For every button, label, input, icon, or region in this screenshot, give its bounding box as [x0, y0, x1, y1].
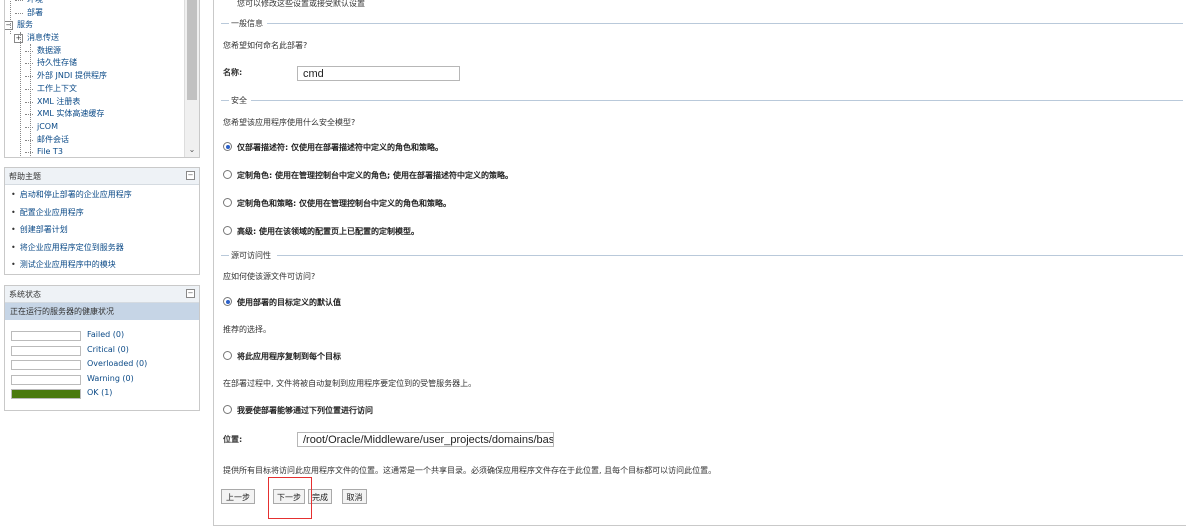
- location-note: 提供所有目标将访问此应用程序文件的位置。这通常是一个共享目录。必须确保应用程序文…: [223, 466, 717, 475]
- source-question: 应如何使该源文件可访问?: [223, 272, 316, 281]
- tree-item-label[interactable]: File T3: [37, 146, 63, 157]
- system-status-header: 系统状态 −: [5, 286, 199, 303]
- name-label: 名称:: [223, 68, 243, 77]
- tree-scrollbar[interactable]: ⌄: [184, 0, 199, 157]
- health-link[interactable]: Warning (0): [87, 374, 134, 383]
- collapse-icon[interactable]: −: [186, 171, 195, 180]
- help-topic-item: 配置企业应用程序: [11, 207, 199, 225]
- radio-button[interactable]: [223, 226, 232, 235]
- collapse-icon[interactable]: −: [186, 289, 195, 298]
- health-row: Overloaded (0): [11, 357, 199, 372]
- general-legend: 一般信息: [221, 18, 1183, 28]
- tree-item-label[interactable]: 部署: [27, 7, 43, 20]
- general-legend-text: 一般信息: [231, 19, 263, 28]
- domain-structure-tree: 环境部署−服务+消息传送数据源持久性存储外部 JNDI 提供程序工作上下文XML…: [4, 0, 200, 158]
- help-topics-panel: 帮助主题 − 启动和停止部署的企业应用程序 配置企业应用程序 创建部署计划 将企…: [4, 167, 200, 275]
- radio-button[interactable]: [223, 198, 232, 207]
- tree-item-label[interactable]: 邮件会话: [37, 134, 69, 147]
- tree-item-label[interactable]: 工作上下文: [37, 83, 77, 96]
- default-hint: 推荐的选择。: [223, 325, 271, 334]
- health-bar: [11, 389, 81, 400]
- help-topic-item: 创建部署计划: [11, 224, 199, 242]
- name-input[interactable]: cmd: [297, 66, 460, 81]
- radio-button[interactable]: [223, 170, 232, 179]
- source-legend-text: 源可访问性: [231, 251, 271, 260]
- tree-item-label[interactable]: 数据源: [37, 45, 61, 58]
- cancel-button[interactable]: 取消: [342, 489, 367, 504]
- security-question: 您希望该应用程序使用什么安全模型?: [223, 118, 356, 127]
- copy-hint: 在部署过程中, 文件将被自动复制到应用程序要定位到的受管服务器上。: [223, 379, 477, 388]
- health-subtitle: 正在运行的服务器的健康状况: [5, 303, 199, 320]
- help-topic-link[interactable]: 将企业应用程序定位到服务器: [20, 243, 124, 252]
- health-link[interactable]: Failed (0): [87, 330, 124, 339]
- tree-item-label[interactable]: 服务: [17, 19, 33, 32]
- health-bar: [11, 331, 81, 341]
- help-topic-link[interactable]: 测试企业应用程序中的模块: [20, 260, 116, 269]
- security-legend: 安全: [221, 95, 1183, 105]
- tree-item-label[interactable]: 持久性存储: [37, 57, 77, 70]
- left-column: 环境部署−服务+消息传送数据源持久性存储外部 JNDI 提供程序工作上下文XML…: [4, 0, 200, 411]
- health-link[interactable]: Overloaded (0): [87, 359, 147, 368]
- help-topic-link[interactable]: 创建部署计划: [20, 225, 68, 234]
- health-rows: Failed (0) Critical (0) Overloaded (0) Warn…: [5, 320, 199, 401]
- back-button[interactable]: 上一步: [221, 489, 255, 504]
- name-question: 您希望如何命名此部署?: [223, 41, 308, 50]
- scroll-down-icon[interactable]: ⌄: [185, 145, 199, 155]
- health-bar: [11, 345, 81, 356]
- health-row: Critical (0): [11, 343, 199, 358]
- scroll-thumb[interactable]: [187, 0, 197, 100]
- radio-button[interactable]: [223, 297, 232, 306]
- help-topics-list: 启动和停止部署的企业应用程序 配置企业应用程序 创建部署计划 将企业应用程序定位…: [5, 185, 199, 277]
- tree-item-label[interactable]: XML 实体高速缓存: [37, 108, 104, 121]
- health-bar: [11, 360, 81, 371]
- tree-item-label[interactable]: jCOM: [37, 121, 58, 134]
- health-link[interactable]: Critical (0): [87, 345, 129, 354]
- help-topic-link[interactable]: 启动和停止部署的企业应用程序: [20, 190, 132, 199]
- main-panel: 您可以修改这些设置或接受默认设置 一般信息 您希望如何命名此部署? 名称: cm…: [213, 0, 1186, 526]
- help-topic-item: 测试企业应用程序中的模块: [11, 259, 199, 277]
- security-legend-text: 安全: [231, 96, 247, 105]
- expand-icon[interactable]: +: [14, 34, 23, 44]
- system-status-title: 系统状态: [9, 290, 41, 299]
- health-bar: [11, 374, 81, 385]
- location-label: 位置:: [223, 435, 243, 444]
- radio-button[interactable]: [223, 142, 232, 151]
- health-link[interactable]: OK (1): [87, 388, 112, 397]
- tree-item-label[interactable]: 外部 JNDI 提供程序: [37, 70, 107, 83]
- help-topics-header: 帮助主题 −: [5, 168, 199, 185]
- help-topic-item: 将企业应用程序定位到服务器: [11, 242, 199, 260]
- help-topic-link[interactable]: 配置企业应用程序: [20, 208, 84, 217]
- tree-item-label[interactable]: 消息传送: [27, 32, 59, 45]
- health-row: Warning (0): [11, 372, 199, 387]
- source-legend: 源可访问性: [221, 250, 1183, 260]
- help-topic-item: 启动和停止部署的企业应用程序: [11, 189, 199, 207]
- radio-button[interactable]: [223, 351, 232, 360]
- tree-item-label[interactable]: 环境: [27, 0, 43, 7]
- system-status-panel: 系统状态 − 正在运行的服务器的健康状况 Failed (0) Critical …: [4, 285, 200, 411]
- location-input[interactable]: /root/Oracle/Middleware/user_projects/do…: [297, 432, 554, 447]
- radio-button[interactable]: [223, 405, 232, 414]
- next-button-highlight: [268, 477, 312, 519]
- collapse-icon[interactable]: −: [5, 21, 13, 31]
- health-row: Failed (0): [11, 328, 199, 343]
- health-row: OK (1): [11, 386, 199, 401]
- tree-item-label[interactable]: XML 注册表: [37, 96, 80, 109]
- help-topics-title: 帮助主题: [9, 172, 41, 181]
- top-message: 您可以修改这些设置或接受默认设置: [237, 0, 365, 8]
